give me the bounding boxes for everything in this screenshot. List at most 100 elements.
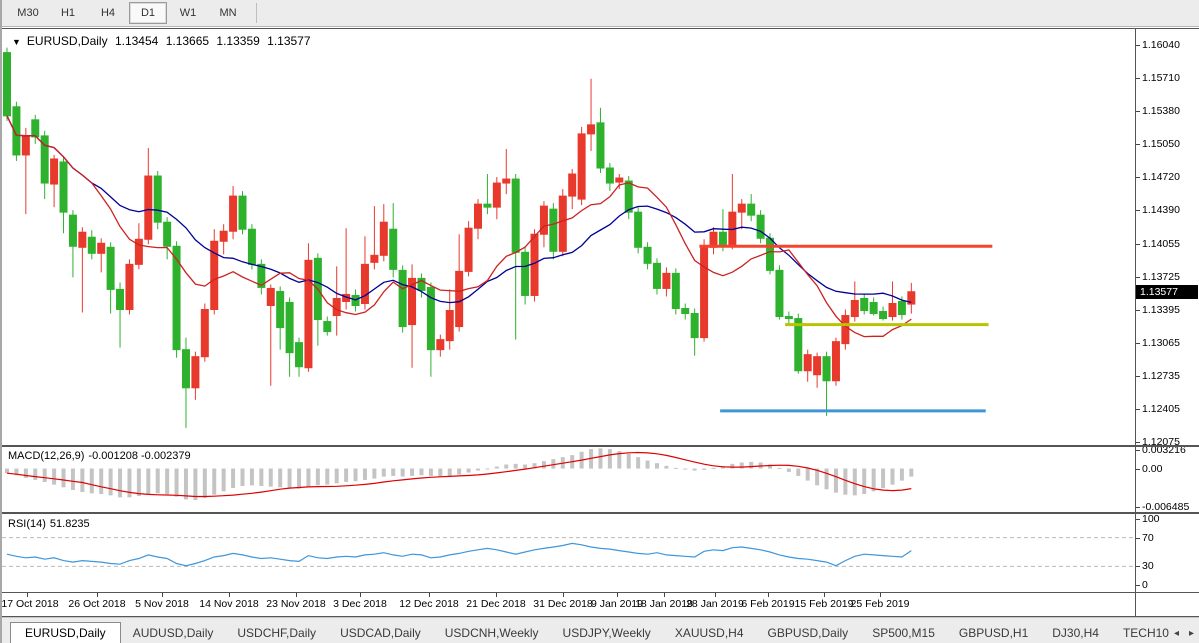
date-tick [664,593,665,597]
macd-histogram-bar [542,461,546,468]
candle [503,179,510,183]
pane-divider[interactable] [2,445,1199,447]
macd-histogram-bar [354,469,358,482]
macd-histogram-bar [99,469,103,494]
tab-tech100-h[interactable]: TECH100,H [1111,623,1169,643]
macd-histogram-bar [401,469,405,477]
macd-histogram-bar [825,469,829,490]
candle [437,340,444,350]
candle [898,301,905,314]
candle [785,317,792,319]
tab-scroll-left-icon[interactable]: ◂ [1169,624,1184,643]
date-tick [97,593,98,597]
candle [804,355,811,371]
date-tick [429,593,430,597]
candle [305,260,312,367]
tab-xauusd-h4[interactable]: XAUUSD,H4 [663,623,756,643]
price-axis-label: 1.12735 [1142,370,1180,382]
candle [154,176,161,222]
candle [625,181,632,212]
macd-histogram-bar [109,469,113,496]
candle [578,134,585,199]
candle [757,215,764,238]
candle [380,222,387,255]
candle [371,255,378,262]
candle [296,343,303,367]
candle [691,314,698,338]
candle [117,289,124,309]
macd-histogram-bar [278,469,282,488]
candle [390,229,397,269]
candle [870,302,877,313]
candle [220,231,227,241]
macd-indicator-label: MACD(12,26,9)-0.001208 -0.002379 [8,450,195,462]
rsi-axis-label: 100 [1142,513,1160,525]
chart-title[interactable]: ▼EURUSD,Daily 1.13454 1.13665 1.13359 1.… [12,34,315,48]
candle [248,229,255,264]
trading-terminal-window: M30H1H4D1W1MN ▼EURUSD,Daily 1.13454 1.13… [0,0,1199,643]
candle [522,252,529,295]
price-axis-label: 1.15710 [1142,72,1180,84]
tab-usdcnh-weekly[interactable]: USDCNH,Weekly [433,623,551,643]
candle [550,209,557,251]
date-axis-label: 21 Dec 2018 [466,598,526,610]
price-axis-divider [1135,28,1136,616]
tab-gbpusd-daily[interactable]: GBPUSD,Daily [756,623,861,643]
candle [277,291,284,327]
macd-histogram-bar [636,457,640,468]
date-tick [617,593,618,597]
chart-canvas[interactable] [2,0,1199,617]
date-tick [27,593,28,597]
pane-divider[interactable] [2,512,1199,514]
macd-histogram-bar [495,467,499,469]
low-value: 1.13359 [216,34,259,48]
macd-histogram-bar [193,469,197,500]
date-axis-label: 26 Oct 2018 [68,598,125,610]
tab-audusd-daily[interactable]: AUDUSD,Daily [121,623,226,643]
tab-sp500-m15[interactable]: SP500,M15 [860,623,947,643]
candle [88,237,95,253]
macd-histogram-bar [71,469,75,490]
macd-histogram-bar [269,469,273,487]
chevron-down-icon[interactable]: ▼ [12,37,21,47]
symbol-period-label: EURUSD,Daily [27,34,108,48]
price-axis-label: 1.14390 [1142,204,1180,216]
candle [512,179,519,252]
date-axis-label: 28 Jan 2019 [686,598,744,610]
candle [540,206,547,234]
candle [832,342,839,381]
candle [324,322,331,332]
date-axis-label: 18 Jan 2019 [635,598,693,610]
candle [164,222,171,246]
tab-usdcad-daily[interactable]: USDCAD,Daily [328,623,433,643]
macd-histogram-bar [429,469,433,476]
date-tick [360,593,361,597]
macd-histogram-bar [212,469,216,495]
macd-histogram-bar [137,469,141,496]
candle [823,357,830,381]
candle [606,168,613,183]
tab-scroll-right-icon[interactable]: ▸ [1184,624,1199,643]
tab-eurusd-daily[interactable]: EURUSD,Daily [10,622,121,643]
tab-gbpusd-h1[interactable]: GBPUSD,H1 [947,623,1040,643]
candle [559,196,566,251]
macd-histogram-bar [33,469,37,480]
macd-histogram-bar [796,469,800,476]
pane-divider [2,592,1199,593]
rsi-indicator-label: RSI(14)51.8235 [8,518,94,530]
price-axis-label: 1.13395 [1142,304,1180,316]
tab-dj30-h4[interactable]: DJ30,H4 [1040,623,1111,643]
candle [644,247,651,263]
tab-usdjpy-weekly[interactable]: USDJPY,Weekly [551,623,663,643]
macd-histogram-bar [175,469,179,497]
candle [719,232,726,245]
candle [333,298,340,315]
macd-histogram-bar [749,462,753,469]
macd-histogram-bar [693,469,697,471]
candle [182,350,189,388]
tab-usdchf-daily[interactable]: USDCHF,Daily [225,623,328,643]
candle [286,302,293,352]
macd-histogram-bar [250,469,254,486]
candle [230,196,237,231]
macd-histogram-bar [834,469,838,493]
